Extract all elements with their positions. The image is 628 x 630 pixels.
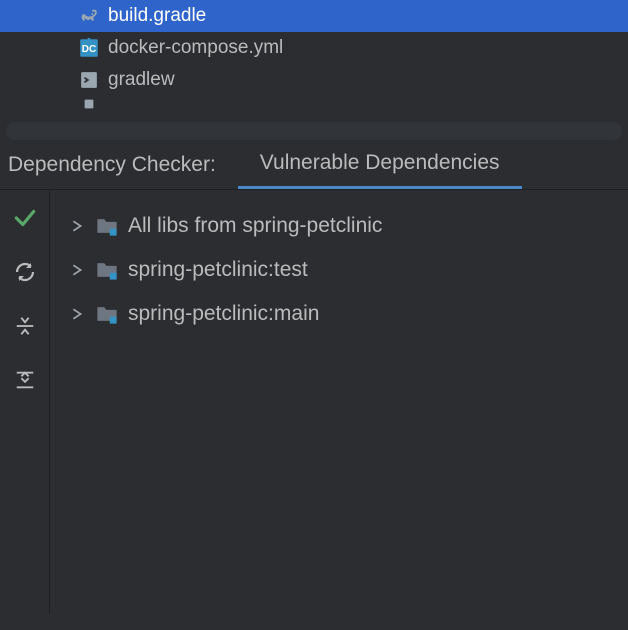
docker-compose-icon: DC	[78, 37, 100, 59]
file-row[interactable]: build.gradle	[0, 0, 628, 32]
file-row[interactable]: DC docker-compose.yml	[0, 32, 628, 64]
collapse-all-icon[interactable]	[11, 312, 39, 340]
tab-vulnerable-dependencies[interactable]: Vulnerable Dependencies	[238, 140, 522, 189]
tool-window-toolbar	[0, 190, 50, 614]
module-folder-icon	[96, 215, 118, 237]
file-row[interactable]: gradlew	[0, 64, 628, 96]
dependency-node[interactable]: spring-petclinic:main	[58, 292, 628, 336]
tool-window-title: Dependency Checker:	[2, 153, 238, 177]
chevron-right-icon[interactable]	[68, 220, 86, 232]
project-file-tree: build.gradle DC docker-compose.yml gradl…	[0, 0, 628, 112]
gradle-icon	[78, 5, 100, 27]
chevron-right-icon[interactable]	[68, 264, 86, 276]
expand-all-icon[interactable]	[11, 366, 39, 394]
dependency-node[interactable]: spring-petclinic:test	[58, 248, 628, 292]
file-label: gradlew	[108, 69, 175, 91]
file-label: docker-compose.yml	[108, 37, 283, 59]
dependency-node[interactable]: All libs from spring-petclinic	[58, 204, 628, 248]
tool-window-tabs: Dependency Checker: Vulnerable Dependenc…	[0, 140, 628, 190]
dependency-label: spring-petclinic:main	[128, 302, 319, 326]
file-row-truncated	[0, 96, 628, 112]
dependency-label: spring-petclinic:test	[128, 258, 308, 282]
script-icon	[78, 69, 100, 91]
chevron-right-icon[interactable]	[68, 308, 86, 320]
module-folder-icon	[96, 303, 118, 325]
svg-text:DC: DC	[82, 44, 96, 55]
refresh-icon[interactable]	[11, 258, 39, 286]
check-icon[interactable]	[11, 204, 39, 232]
module-folder-icon	[96, 259, 118, 281]
file-label: build.gradle	[108, 5, 206, 27]
dependency-tree: All libs from spring-petclinic spring-pe…	[50, 190, 628, 614]
dependency-label: All libs from spring-petclinic	[128, 214, 382, 238]
horizontal-scrollbar[interactable]	[6, 122, 622, 140]
file-icon	[78, 96, 100, 112]
